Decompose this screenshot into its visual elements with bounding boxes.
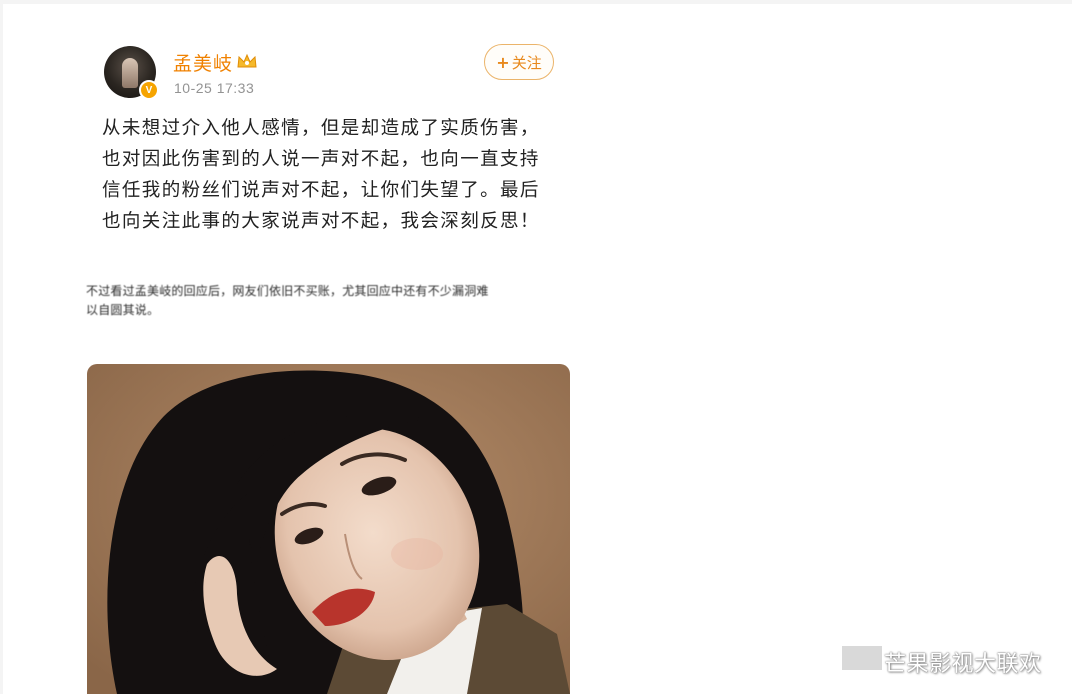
post-line: 信任我的粉丝们说声对不起，让你们失望了。最后 <box>102 180 540 201</box>
follow-label: 关注 <box>511 53 542 72</box>
verified-badge-icon: V <box>139 80 159 100</box>
top-border <box>0 0 1072 4</box>
watermark-background <box>842 646 882 670</box>
avatar-figure <box>122 58 138 88</box>
article-caption: 不过看过孟美岐的回应后，网友们依旧不买账，尤其回应中还有不少漏洞难 以自圆其说。 <box>86 282 586 320</box>
follow-button[interactable]: + 关注 <box>484 44 554 80</box>
caption-line: 以自圆其说。 <box>86 303 160 317</box>
post-time: 10-25 17:33 <box>174 80 255 96</box>
post-content: 从未想过介入他人感情，但是却造成了实质伤害， 也对因此伤害到的人说一声对不起，也… <box>102 113 572 237</box>
plus-icon: + <box>496 52 510 72</box>
watermark-text: 芒果影视大联欢 <box>884 652 1042 677</box>
post-line: 从未想过介入他人感情，但是却造成了实质伤害， <box>102 118 540 139</box>
username[interactable]: 孟美岐 <box>173 49 233 76</box>
post-line: 也对因此伤害到的人说一声对不起，也向一直支持 <box>102 149 540 170</box>
screenshot-page: V 孟美岐 10-25 17:33 + 关注 从未想过介入他人感情，但是却造成了… <box>0 0 1072 694</box>
portrait-photo <box>87 364 570 694</box>
post-line: 也向关注此事的大家说声对不起，我会深刻反思！ <box>102 211 540 232</box>
caption-line: 不过看过孟美岐的回应后，网友们依旧不买账，尤其回应中还有不少漏洞难 <box>86 284 489 298</box>
crown-icon <box>237 53 257 68</box>
left-border <box>0 0 3 694</box>
portrait-illustration <box>87 364 570 694</box>
